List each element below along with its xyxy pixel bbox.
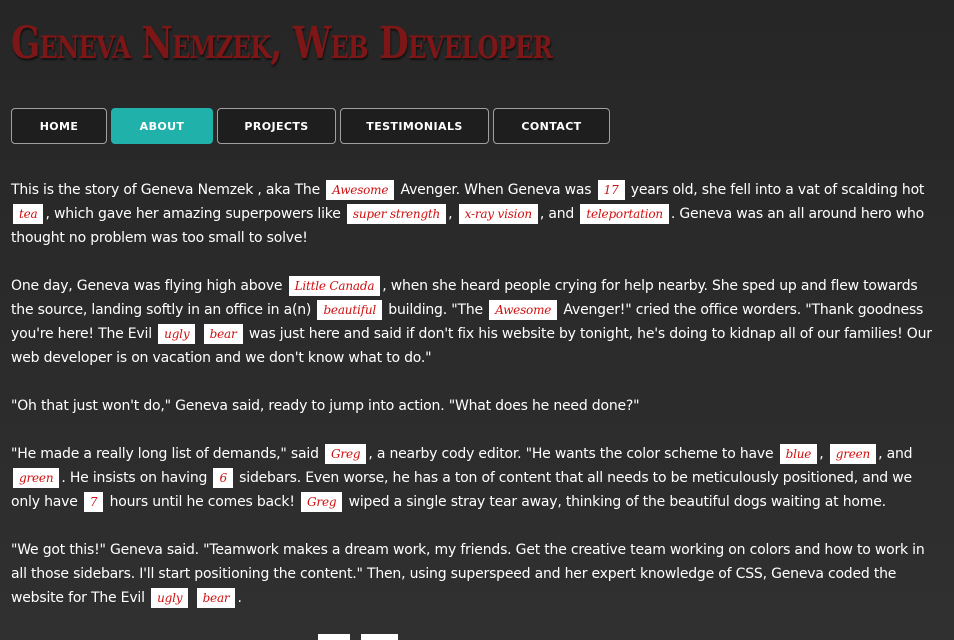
nav-testimonials-button[interactable]: TESTIMONIALS [340,108,489,144]
madlib-word: blue [779,444,818,464]
madlib-word: Awesome [489,300,558,320]
story-text: years old, she fell into a vat of scaldi… [630,182,925,198]
story-text: "We got this!" Geneva said. "Teamwork ma… [11,542,925,606]
story-text: , [448,206,453,222]
madlib-word: 7 [83,492,104,512]
story-text: . He insists on having [61,470,208,486]
main-nav: HOME ABOUT PROJECTS TESTIMONIALS CONTACT [11,108,610,144]
story-paragraph-4: "He made a really long list of demands,"… [11,442,943,514]
story-text: , [819,446,824,462]
madlib-word: 17 [597,180,625,200]
story-text: , which gave her amazing superpowers lik… [45,206,341,222]
story-paragraph-5: "We got this!" Geneva said. "Teamwork ma… [11,538,943,610]
story-text: . [237,590,242,606]
madlib-word-partial [318,634,350,640]
story-content: This is the story of Geneva Nemzek , aka… [11,178,943,634]
story-text: "He made a really long list of demands,"… [11,446,319,462]
story-text: hours until he comes back! [109,494,295,510]
madlib-word-partial [361,634,398,640]
nav-home-button[interactable]: HOME [11,108,107,144]
madlib-word: x-ray vision [458,204,538,224]
story-text: , a nearby cody editor. "He wants the co… [368,446,774,462]
story-text: , and [539,206,575,222]
page-title: Geneva Nemzek, Web Developer [11,18,553,69]
story-paragraph-1: This is the story of Geneva Nemzek , aka… [11,178,943,250]
story-paragraph-2: One day, Geneva was flying high above Li… [11,274,943,370]
madlib-word: 6 [213,468,233,488]
madlib-word: ugly [151,588,189,608]
story-text: This is the story of Geneva Nemzek , aka… [11,182,321,198]
madlib-word: Greg [301,492,343,512]
madlib-word: Greg [325,444,367,464]
nav-contact-button[interactable]: CONTACT [493,108,610,144]
madlib-word: tea [13,204,44,224]
madlib-word: super strength [346,204,447,224]
nav-projects-button[interactable]: PROJECTS [217,108,336,144]
story-text: building. "The [388,302,483,318]
story-text: wiped a single stray tear away, thinking… [348,494,886,510]
story-text: Avenger. When Geneva was [400,182,592,198]
madlib-word: green [829,444,877,464]
story-text: , and [878,446,913,462]
madlib-word: green [13,468,60,488]
madlib-word: bear [196,588,236,608]
madlib-word: Awesome [326,180,395,200]
nav-about-button[interactable]: ABOUT [111,108,213,144]
madlib-word: beautiful [317,300,382,320]
madlib-word: teleportation [580,204,669,224]
story-paragraph-3: "Oh that just won't do," Geneva said, re… [11,394,943,418]
madlib-word: bear [203,324,243,344]
madlib-word: ugly [158,324,196,344]
story-text: "Oh that just won't do," Geneva said, re… [11,398,640,414]
madlib-word: Little Canada [288,276,381,296]
story-text: One day, Geneva was flying high above [11,278,283,294]
